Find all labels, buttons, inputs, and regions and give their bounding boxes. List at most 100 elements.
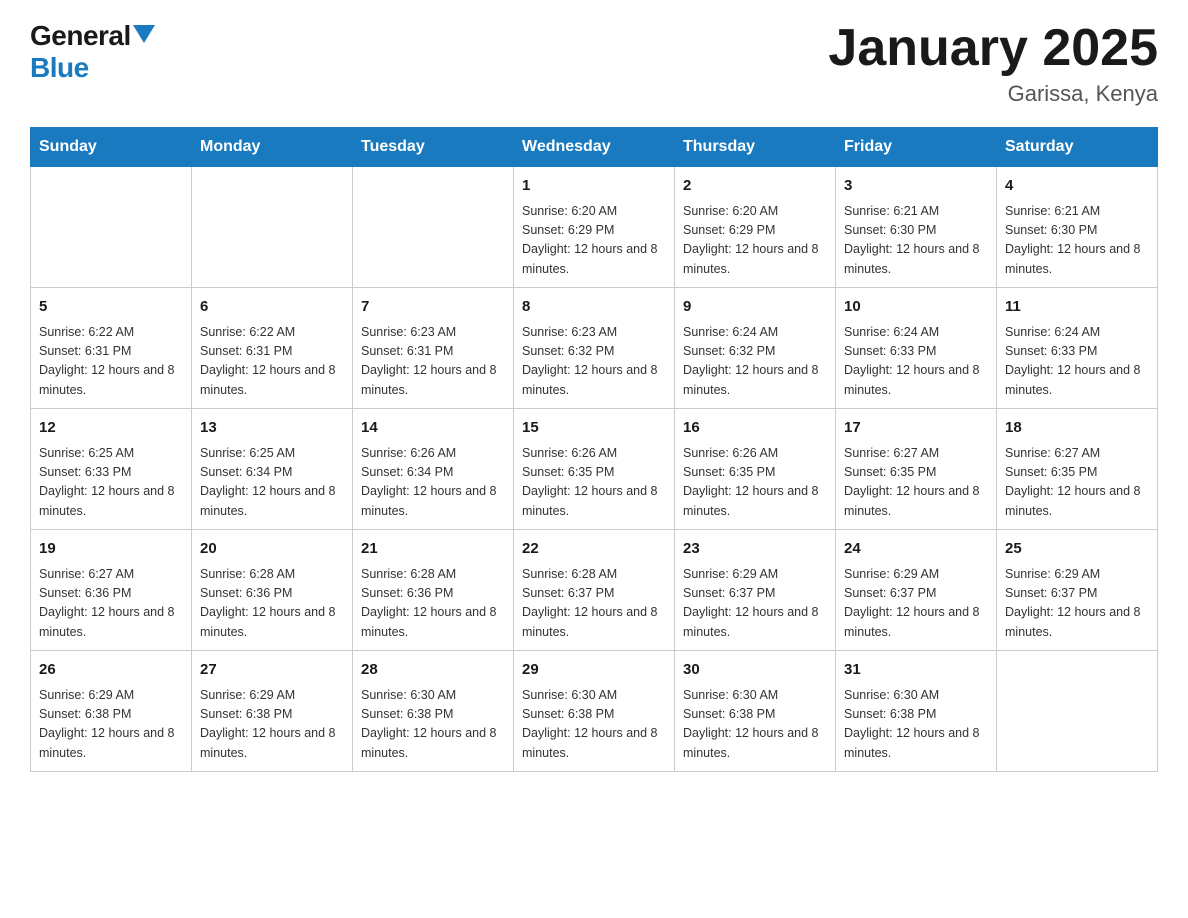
logo: General Blue	[30, 20, 155, 84]
day-number: 11	[1005, 296, 1149, 319]
day-number: 27	[200, 659, 344, 682]
day-info: Sunrise: 6:30 AMSunset: 6:38 PMDaylight:…	[361, 688, 497, 760]
day-info: Sunrise: 6:30 AMSunset: 6:38 PMDaylight:…	[522, 688, 658, 760]
calendar-week-row: 1 Sunrise: 6:20 AMSunset: 6:29 PMDaylight…	[31, 167, 1158, 288]
day-info: Sunrise: 6:20 AMSunset: 6:29 PMDaylight:…	[683, 204, 819, 276]
calendar-day-cell	[192, 167, 353, 288]
weekday-header-tuesday: Tuesday	[353, 128, 514, 167]
day-number: 8	[522, 296, 666, 319]
logo-arrow-icon	[133, 25, 155, 43]
calendar-day-cell: 3 Sunrise: 6:21 AMSunset: 6:30 PMDaylight…	[836, 167, 997, 288]
calendar-week-row: 19Sunrise: 6:27 AMSunset: 6:36 PMDayligh…	[31, 530, 1158, 651]
calendar-day-cell: 26 Sunrise: 6:29 AMSunset: 6:38 PMDayligh…	[31, 651, 192, 772]
day-number: 26	[39, 659, 183, 682]
calendar-location: Garissa, Kenya	[828, 81, 1158, 107]
day-info: Sunrise: 6:24 AMSunset: 6:32 PMDaylight:…	[683, 325, 819, 397]
day-info: Sunrise: 6:28 AMSunset: 6:36 PMDaylight:…	[200, 567, 336, 639]
calendar-day-cell: 14Sunrise: 6:26 AMSunset: 6:34 PMDayligh…	[353, 409, 514, 530]
calendar-day-cell: 30 Sunrise: 6:30 AMSunset: 6:38 PMDayligh…	[675, 651, 836, 772]
day-number: 18	[1005, 417, 1149, 440]
day-number: 30	[683, 659, 827, 682]
day-number: 7	[361, 296, 505, 319]
day-info: Sunrise: 6:25 AMSunset: 6:33 PMDaylight:…	[39, 446, 175, 518]
calendar-day-cell: 6 Sunrise: 6:22 AMSunset: 6:31 PMDaylight…	[192, 288, 353, 409]
calendar-day-cell: 18 Sunrise: 6:27 AMSunset: 6:35 PMDayligh…	[997, 409, 1158, 530]
calendar-day-cell: 16 Sunrise: 6:26 AMSunset: 6:35 PMDayligh…	[675, 409, 836, 530]
calendar-day-cell: 24 Sunrise: 6:29 AMSunset: 6:37 PMDayligh…	[836, 530, 997, 651]
day-info: Sunrise: 6:20 AMSunset: 6:29 PMDaylight:…	[522, 204, 658, 276]
day-info: Sunrise: 6:28 AMSunset: 6:36 PMDaylight:…	[361, 567, 497, 639]
day-info: Sunrise: 6:27 AMSunset: 6:35 PMDaylight:…	[844, 446, 980, 518]
day-number: 4	[1005, 175, 1149, 198]
day-number: 6	[200, 296, 344, 319]
calendar-day-cell: 25Sunrise: 6:29 AMSunset: 6:37 PMDayligh…	[997, 530, 1158, 651]
day-info: Sunrise: 6:29 AMSunset: 6:37 PMDaylight:…	[683, 567, 819, 639]
calendar-day-cell: 9 Sunrise: 6:24 AMSunset: 6:32 PMDaylight…	[675, 288, 836, 409]
day-info: Sunrise: 6:26 AMSunset: 6:35 PMDaylight:…	[522, 446, 658, 518]
day-number: 5	[39, 296, 183, 319]
day-info: Sunrise: 6:30 AMSunset: 6:38 PMDaylight:…	[844, 688, 980, 760]
calendar-day-cell: 4 Sunrise: 6:21 AMSunset: 6:30 PMDaylight…	[997, 167, 1158, 288]
calendar-day-cell: 19Sunrise: 6:27 AMSunset: 6:36 PMDayligh…	[31, 530, 192, 651]
day-number: 23	[683, 538, 827, 561]
calendar-day-cell: 2 Sunrise: 6:20 AMSunset: 6:29 PMDaylight…	[675, 167, 836, 288]
day-number: 19	[39, 538, 183, 561]
calendar-day-cell	[31, 167, 192, 288]
page-header: General Blue January 2025 Garissa, Kenya	[30, 20, 1158, 107]
day-number: 17	[844, 417, 988, 440]
day-info: Sunrise: 6:21 AMSunset: 6:30 PMDaylight:…	[844, 204, 980, 276]
day-info: Sunrise: 6:29 AMSunset: 6:37 PMDaylight:…	[844, 567, 980, 639]
day-number: 10	[844, 296, 988, 319]
day-number: 25	[1005, 538, 1149, 561]
calendar-day-cell: 5 Sunrise: 6:22 AMSunset: 6:31 PMDaylight…	[31, 288, 192, 409]
calendar-day-cell: 15Sunrise: 6:26 AMSunset: 6:35 PMDayligh…	[514, 409, 675, 530]
calendar-day-cell: 31Sunrise: 6:30 AMSunset: 6:38 PMDayligh…	[836, 651, 997, 772]
calendar-week-row: 26 Sunrise: 6:29 AMSunset: 6:38 PMDayligh…	[31, 651, 1158, 772]
day-info: Sunrise: 6:24 AMSunset: 6:33 PMDaylight:…	[1005, 325, 1141, 397]
day-info: Sunrise: 6:30 AMSunset: 6:38 PMDaylight:…	[683, 688, 819, 760]
day-number: 16	[683, 417, 827, 440]
weekday-header-thursday: Thursday	[675, 128, 836, 167]
day-info: Sunrise: 6:23 AMSunset: 6:31 PMDaylight:…	[361, 325, 497, 397]
weekday-header-friday: Friday	[836, 128, 997, 167]
day-number: 1	[522, 175, 666, 198]
calendar-day-cell: 28 Sunrise: 6:30 AMSunset: 6:38 PMDayligh…	[353, 651, 514, 772]
calendar-day-cell: 10Sunrise: 6:24 AMSunset: 6:33 PMDayligh…	[836, 288, 997, 409]
day-info: Sunrise: 6:28 AMSunset: 6:37 PMDaylight:…	[522, 567, 658, 639]
calendar-day-cell: 1 Sunrise: 6:20 AMSunset: 6:29 PMDaylight…	[514, 167, 675, 288]
calendar-day-cell: 29Sunrise: 6:30 AMSunset: 6:38 PMDayligh…	[514, 651, 675, 772]
calendar-day-cell: 23 Sunrise: 6:29 AMSunset: 6:37 PMDayligh…	[675, 530, 836, 651]
day-info: Sunrise: 6:27 AMSunset: 6:35 PMDaylight:…	[1005, 446, 1141, 518]
day-number: 9	[683, 296, 827, 319]
day-info: Sunrise: 6:29 AMSunset: 6:38 PMDaylight:…	[39, 688, 175, 760]
day-info: Sunrise: 6:26 AMSunset: 6:35 PMDaylight:…	[683, 446, 819, 518]
logo-general-text: General	[30, 20, 131, 52]
calendar-title: January 2025	[828, 20, 1158, 77]
day-info: Sunrise: 6:21 AMSunset: 6:30 PMDaylight:…	[1005, 204, 1141, 276]
calendar-day-cell	[353, 167, 514, 288]
calendar-day-cell: 27 Sunrise: 6:29 AMSunset: 6:38 PMDayligh…	[192, 651, 353, 772]
calendar-day-cell: 11 Sunrise: 6:24 AMSunset: 6:33 PMDayligh…	[997, 288, 1158, 409]
calendar-day-cell: 12Sunrise: 6:25 AMSunset: 6:33 PMDayligh…	[31, 409, 192, 530]
day-number: 2	[683, 175, 827, 198]
logo-blue-text: Blue	[30, 52, 89, 84]
weekday-header-row: SundayMondayTuesdayWednesdayThursdayFrid…	[31, 128, 1158, 167]
calendar-week-row: 12Sunrise: 6:25 AMSunset: 6:33 PMDayligh…	[31, 409, 1158, 530]
calendar-day-cell: 17 Sunrise: 6:27 AMSunset: 6:35 PMDayligh…	[836, 409, 997, 530]
calendar-day-cell: 21Sunrise: 6:28 AMSunset: 6:36 PMDayligh…	[353, 530, 514, 651]
day-number: 22	[522, 538, 666, 561]
day-number: 28	[361, 659, 505, 682]
day-info: Sunrise: 6:29 AMSunset: 6:38 PMDaylight:…	[200, 688, 336, 760]
day-number: 20	[200, 538, 344, 561]
day-info: Sunrise: 6:23 AMSunset: 6:32 PMDaylight:…	[522, 325, 658, 397]
day-info: Sunrise: 6:22 AMSunset: 6:31 PMDaylight:…	[200, 325, 336, 397]
day-info: Sunrise: 6:25 AMSunset: 6:34 PMDaylight:…	[200, 446, 336, 518]
day-number: 3	[844, 175, 988, 198]
calendar-week-row: 5 Sunrise: 6:22 AMSunset: 6:31 PMDaylight…	[31, 288, 1158, 409]
calendar-day-cell: 22 Sunrise: 6:28 AMSunset: 6:37 PMDayligh…	[514, 530, 675, 651]
day-info: Sunrise: 6:22 AMSunset: 6:31 PMDaylight:…	[39, 325, 175, 397]
day-number: 13	[200, 417, 344, 440]
calendar-day-cell: 8 Sunrise: 6:23 AMSunset: 6:32 PMDaylight…	[514, 288, 675, 409]
day-number: 14	[361, 417, 505, 440]
day-number: 24	[844, 538, 988, 561]
